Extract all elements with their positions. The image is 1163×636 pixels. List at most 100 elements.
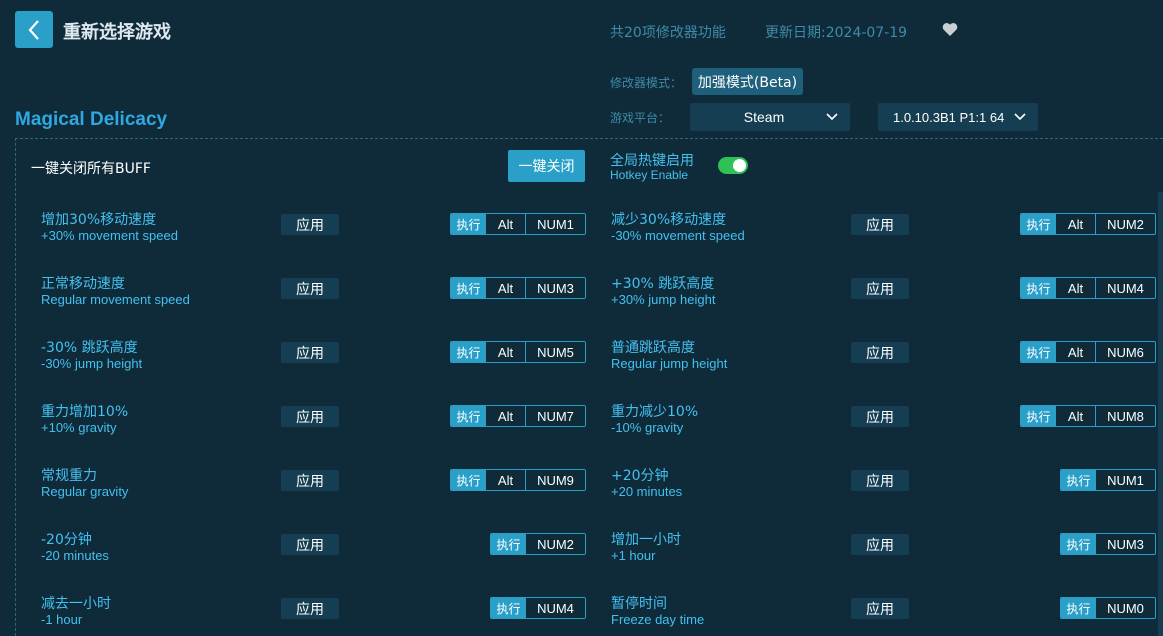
hotkey-key[interactable]: NUM2 xyxy=(1096,214,1155,234)
hotkey-group[interactable]: 执行 Alt NUM7 xyxy=(450,405,586,427)
hotkey-key[interactable]: NUM9 xyxy=(526,470,585,490)
execute-button[interactable]: 执行 xyxy=(1061,534,1096,554)
chevron-down-icon xyxy=(1014,113,1026,121)
cheat-title: 增加一小时 xyxy=(611,532,681,548)
apply-button[interactable]: 应用 xyxy=(281,534,339,555)
toggle-knob xyxy=(733,159,746,172)
cheat-title: 常规重力 xyxy=(41,468,97,484)
apply-button[interactable]: 应用 xyxy=(281,214,339,235)
hotkey-key[interactable]: NUM1 xyxy=(526,214,585,234)
apply-button[interactable]: 应用 xyxy=(851,534,909,555)
hotkey-group[interactable]: 执行 Alt NUM6 xyxy=(1020,341,1156,363)
apply-button[interactable]: 应用 xyxy=(281,278,339,299)
execute-button[interactable]: 执行 xyxy=(491,534,526,554)
cheat-title: 正常移动速度 xyxy=(41,276,125,292)
platform-select[interactable]: Steam xyxy=(690,103,850,131)
hotkey-key[interactable]: NUM4 xyxy=(526,598,585,618)
hotkey-key[interactable]: NUM8 xyxy=(1096,406,1155,426)
hotkey-group[interactable]: 执行 NUM2 xyxy=(490,533,586,555)
hotkey-group[interactable]: 执行 Alt NUM5 xyxy=(450,341,586,363)
features-count: 共20项修改器功能 xyxy=(610,25,726,41)
apply-button[interactable]: 应用 xyxy=(851,598,909,619)
execute-button[interactable]: 执行 xyxy=(451,406,486,426)
hotkey-group[interactable]: 执行 NUM4 xyxy=(490,597,586,619)
cheat-subtitle: +20 minutes xyxy=(611,484,683,499)
mode-badge[interactable]: 加强模式(Beta) xyxy=(692,68,803,95)
cheat-title: 重力增加10% xyxy=(41,404,129,420)
execute-button[interactable]: 执行 xyxy=(1021,342,1056,362)
modifier-key[interactable]: Alt xyxy=(486,278,526,298)
hotkey-key[interactable]: NUM5 xyxy=(526,342,585,362)
chevron-left-icon xyxy=(28,19,39,40)
execute-button[interactable]: 执行 xyxy=(1021,406,1056,426)
apply-button[interactable]: 应用 xyxy=(851,214,909,235)
hotkey-group[interactable]: 执行 NUM1 xyxy=(1060,469,1156,491)
hotkey-key[interactable]: NUM3 xyxy=(526,278,585,298)
cheat-subtitle: -30% movement speed xyxy=(611,228,745,243)
back-button[interactable] xyxy=(15,11,53,48)
cheat-title: 重力减少10% xyxy=(611,404,699,420)
hotkey-group[interactable]: 执行 Alt NUM1 xyxy=(450,213,586,235)
execute-button[interactable]: 执行 xyxy=(1061,470,1096,490)
cheat-title: 减去一小时 xyxy=(41,596,111,612)
modifier-key[interactable]: Alt xyxy=(1056,278,1096,298)
hotkey-key[interactable]: NUM1 xyxy=(1096,470,1155,490)
disable-all-button[interactable]: 一键关闭 xyxy=(508,150,585,182)
execute-button[interactable]: 执行 xyxy=(451,470,486,490)
execute-button[interactable]: 执行 xyxy=(451,278,486,298)
cheat-subtitle: Regular movement speed xyxy=(41,292,190,307)
scrollbar[interactable] xyxy=(1158,192,1163,636)
execute-button[interactable]: 执行 xyxy=(491,598,526,618)
hotkey-group[interactable]: 执行 Alt NUM3 xyxy=(450,277,586,299)
mode-label: 修改器模式： xyxy=(610,76,683,90)
modifier-key[interactable]: Alt xyxy=(486,214,526,234)
hotkey-group[interactable]: 执行 Alt NUM9 xyxy=(450,469,586,491)
hotkey-toggle[interactable] xyxy=(718,157,748,174)
apply-button[interactable]: 应用 xyxy=(851,470,909,491)
cheat-subtitle: -1 hour xyxy=(41,612,83,627)
disable-all-buff-label: 一键关闭所有BUFF xyxy=(31,161,151,177)
hotkey-group[interactable]: 执行 NUM0 xyxy=(1060,597,1156,619)
cheat-subtitle: -30% jump height xyxy=(41,356,143,371)
execute-button[interactable]: 执行 xyxy=(1021,278,1056,298)
hotkey-key[interactable]: NUM3 xyxy=(1096,534,1155,554)
execute-button[interactable]: 执行 xyxy=(1021,214,1056,234)
cheat-subtitle: +30% jump height xyxy=(611,292,716,307)
page-title: 重新选择游戏 xyxy=(63,22,171,43)
apply-button[interactable]: 应用 xyxy=(281,342,339,363)
platform-value: Steam xyxy=(743,109,785,125)
modifier-key[interactable]: Alt xyxy=(486,406,526,426)
modifier-key[interactable]: Alt xyxy=(1056,342,1096,362)
hotkey-group[interactable]: 执行 Alt NUM4 xyxy=(1020,277,1156,299)
version-select[interactable]: 1.0.10.3B1 P1:1 64 xyxy=(878,103,1038,131)
hotkey-key[interactable]: NUM6 xyxy=(1096,342,1155,362)
hotkey-group[interactable]: 执行 Alt NUM2 xyxy=(1020,213,1156,235)
apply-button[interactable]: 应用 xyxy=(851,406,909,427)
hotkey-key[interactable]: NUM0 xyxy=(1096,598,1155,618)
hotkey-group[interactable]: 执行 NUM3 xyxy=(1060,533,1156,555)
cheat-title: 暂停时间 xyxy=(611,596,667,612)
execute-button[interactable]: 执行 xyxy=(451,342,486,362)
execute-button[interactable]: 执行 xyxy=(1061,598,1096,618)
game-title: Magical Delicacy xyxy=(15,109,168,130)
apply-button[interactable]: 应用 xyxy=(851,278,909,299)
apply-button[interactable]: 应用 xyxy=(851,342,909,363)
execute-button[interactable]: 执行 xyxy=(451,214,486,234)
apply-button[interactable]: 应用 xyxy=(281,598,339,619)
modifier-key[interactable]: Alt xyxy=(486,470,526,490)
modifier-key[interactable]: Alt xyxy=(486,342,526,362)
modifier-key[interactable]: Alt xyxy=(1056,214,1096,234)
apply-button[interactable]: 应用 xyxy=(281,406,339,427)
hotkey-key[interactable]: NUM2 xyxy=(526,534,585,554)
cheat-subtitle: Freeze day time xyxy=(611,612,705,627)
hotkey-key[interactable]: NUM4 xyxy=(1096,278,1155,298)
hotkey-enable-label: 全局热键启用 xyxy=(610,153,694,169)
cheat-title: +20分钟 xyxy=(611,468,669,484)
favorite-heart-icon[interactable] xyxy=(942,22,958,42)
modifier-key[interactable]: Alt xyxy=(1056,406,1096,426)
hotkey-group[interactable]: 执行 Alt NUM8 xyxy=(1020,405,1156,427)
hotkey-key[interactable]: NUM7 xyxy=(526,406,585,426)
version-value: 1.0.10.3B1 P1:1 64 xyxy=(893,109,1005,125)
apply-button[interactable]: 应用 xyxy=(281,470,339,491)
cheat-subtitle: +10% gravity xyxy=(41,420,117,435)
